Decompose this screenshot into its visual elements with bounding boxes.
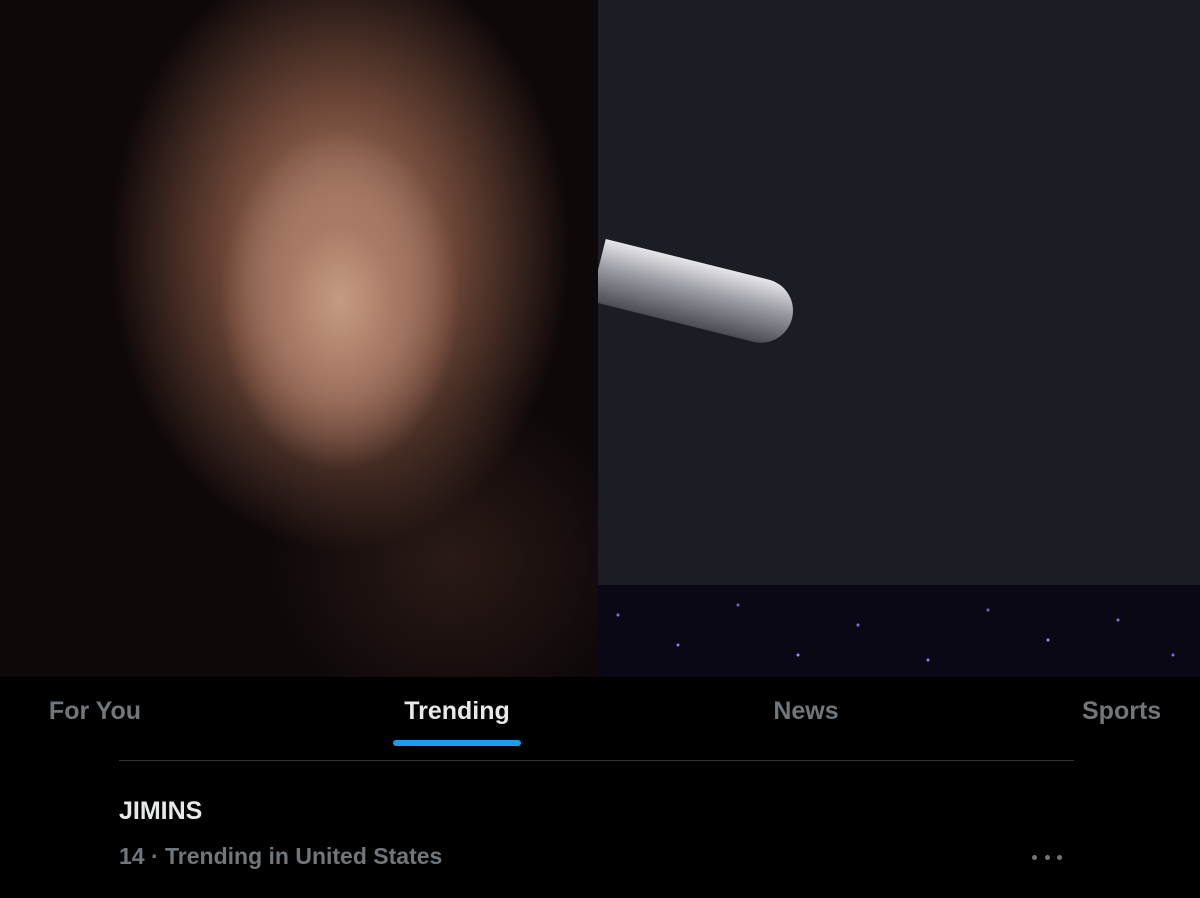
explore-page: For You Trending News Sports JIMINS 14 ·…	[0, 0, 1200, 898]
dot	[1044, 854, 1050, 860]
tab-for-you[interactable]: For You	[30, 677, 160, 746]
performer-photo-right[interactable]	[598, 0, 1200, 677]
performer-photo-left[interactable]	[0, 0, 598, 677]
tab-news[interactable]: News	[756, 677, 856, 746]
stage-lights	[598, 585, 1200, 677]
more-horizontal-icon[interactable]	[1032, 845, 1062, 869]
active-tab-indicator	[393, 740, 521, 746]
trend-name: JIMINS	[119, 797, 203, 825]
trend-meta: 14 · Trending in United States	[119, 843, 443, 869]
dot	[1057, 854, 1062, 860]
tab-trending[interactable]: Trending	[380, 677, 534, 746]
trend-item[interactable]: JIMINS 14 · Trending in United States	[0, 761, 1200, 898]
explore-tab-bar: For You Trending News Sports	[0, 677, 1200, 746]
dot	[1032, 854, 1037, 860]
photo-collage	[0, 0, 1200, 677]
microphone-shape	[598, 238, 800, 350]
tab-sports[interactable]: Sports	[1082, 677, 1200, 746]
